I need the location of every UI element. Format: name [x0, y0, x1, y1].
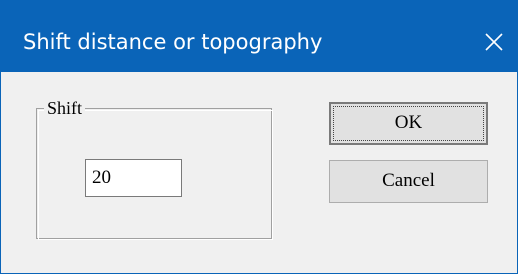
shift-input[interactable]: [85, 159, 182, 197]
dialog-body: Shift OK Cancel: [1, 72, 517, 273]
dialog-window: Shift distance or topography Shift OK Ca…: [0, 0, 518, 274]
cancel-button-label: Cancel: [382, 170, 435, 191]
title-bar[interactable]: Shift distance or topography: [1, 0, 517, 72]
shift-group-label: Shift: [44, 97, 86, 119]
close-button[interactable]: [471, 22, 517, 62]
ok-button-label: OK: [394, 112, 423, 133]
ok-button[interactable]: OK: [329, 102, 488, 145]
shift-groupbox: Shift: [36, 97, 273, 240]
window-title: Shift distance or topography: [23, 30, 323, 54]
close-icon: [485, 33, 503, 51]
cancel-button[interactable]: Cancel: [329, 160, 488, 203]
